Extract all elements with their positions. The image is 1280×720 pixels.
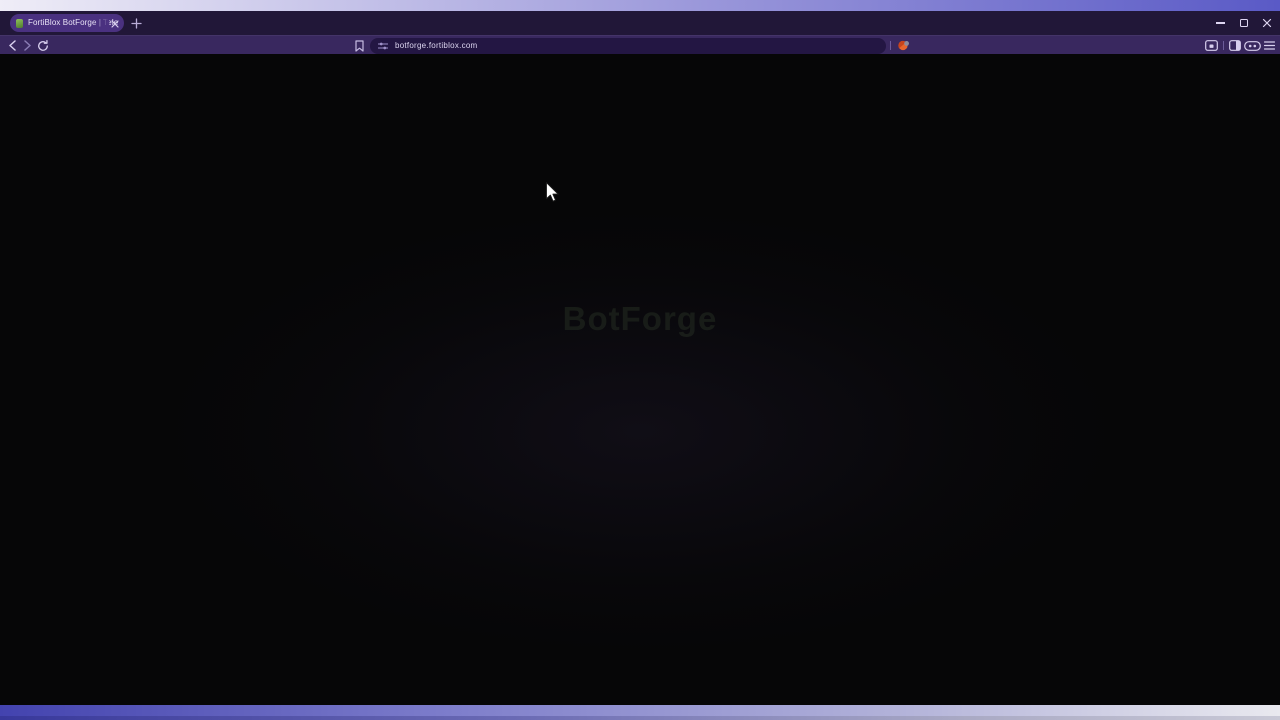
window-maximize-button[interactable]: [1232, 13, 1255, 33]
back-button[interactable]: [5, 36, 20, 55]
sidebar-toggle-button[interactable]: [1226, 36, 1243, 55]
loading-wordmark: BotForge: [0, 300, 1280, 338]
plus-icon: [131, 18, 142, 29]
window-minimize-button[interactable]: [1209, 13, 1232, 33]
browser-tab[interactable]: FortiBlox BotForge | Telegram P: [10, 14, 124, 32]
extension-icon: [897, 39, 910, 52]
browser-toolbar: botforge.fortiblox.com: [0, 35, 1280, 54]
address-bar[interactable]: botforge.fortiblox.com: [370, 38, 886, 54]
extension-button[interactable]: [894, 36, 912, 55]
new-tab-button[interactable]: [129, 16, 143, 30]
menu-button[interactable]: [1261, 36, 1278, 55]
site-favicon-icon: [16, 19, 23, 28]
desktop-wallpaper-top-strip: [0, 0, 1280, 11]
mouse-cursor: [545, 182, 560, 203]
chevron-right-icon: [23, 40, 32, 51]
url-text: botforge.fortiblox.com: [395, 41, 477, 50]
toolbar-divider: [1223, 41, 1224, 50]
tab-close-button[interactable]: [109, 18, 120, 29]
tab-strip: FortiBlox BotForge | Telegram P: [0, 11, 1280, 35]
tab-title-fade: [93, 14, 109, 32]
reload-icon: [37, 40, 49, 52]
bookmark-button[interactable]: [351, 36, 367, 55]
window-controls: [1209, 11, 1278, 35]
minimize-icon: [1216, 22, 1225, 24]
bookmark-icon: [355, 40, 364, 52]
reload-button[interactable]: [35, 36, 50, 55]
site-settings-icon[interactable]: [378, 41, 388, 51]
browser-window: FortiBlox BotForge | Telegram P: [0, 11, 1280, 705]
page-content: BotForge: [0, 54, 1280, 705]
chevron-left-icon: [8, 40, 17, 51]
page-glow: [0, 54, 1280, 705]
window-close-icon: [1262, 18, 1272, 28]
maximize-icon: [1240, 19, 1248, 27]
window-close-button[interactable]: [1255, 13, 1278, 33]
close-icon: [111, 20, 119, 28]
dots-pill-icon: [1244, 41, 1261, 51]
taskbar-gradient-edge: [0, 716, 1280, 720]
taskbar-gradient: [0, 705, 1280, 716]
pip-icon: [1205, 40, 1218, 51]
screen: FortiBlox BotForge | Telegram P: [0, 0, 1280, 720]
menu-icon: [1264, 41, 1275, 50]
toolbar-divider: [890, 41, 891, 50]
sidebar-split-icon: [1229, 40, 1241, 51]
dots-pill-button[interactable]: [1242, 36, 1263, 55]
desktop-wallpaper-bottom-strip: [0, 705, 1280, 720]
forward-button[interactable]: [21, 36, 34, 55]
pip-button[interactable]: [1201, 36, 1221, 55]
